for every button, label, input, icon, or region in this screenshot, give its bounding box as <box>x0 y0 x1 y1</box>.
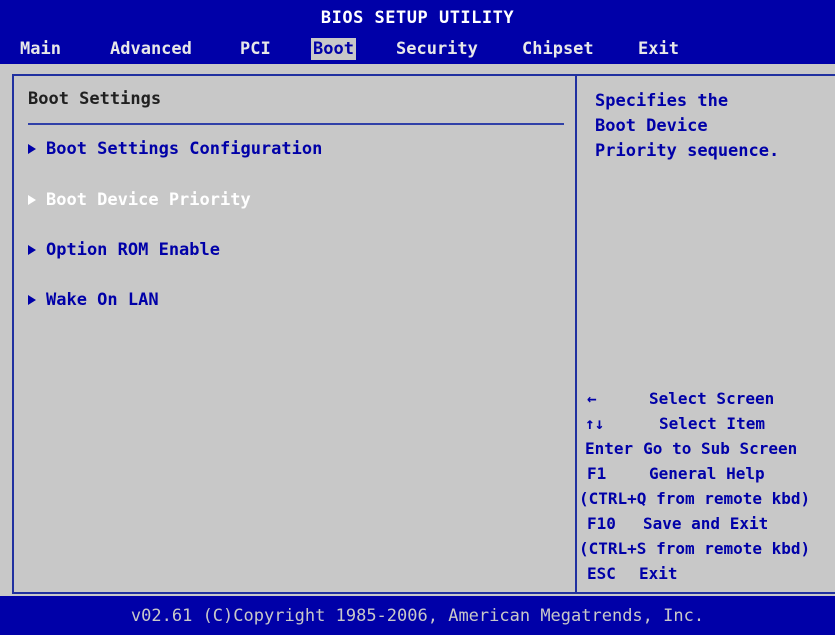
menu-tab-chipset[interactable]: Chipset <box>520 38 596 60</box>
key-legend: ← Select Screen ↑↓ Select Item Enter Go to … <box>579 386 833 586</box>
section-divider <box>28 123 564 125</box>
item-label: Option ROM Enable <box>46 240 220 260</box>
footer-bar: v02.61 (C)Copyright 1985-2006, American … <box>0 596 835 635</box>
left-arrow-icon: ← <box>587 389 597 408</box>
item-label: Boot Settings Configuration <box>46 139 323 159</box>
section-title: Boot Settings <box>28 89 162 109</box>
key-label: Enter <box>585 439 634 458</box>
key-row: Enter Go to Sub Screen <box>585 436 833 461</box>
key-row: ESC Exit <box>585 561 833 586</box>
key-desc: Select Item <box>659 414 765 433</box>
key-row: ← Select Screen <box>585 386 833 411</box>
key-desc: Save and Exit <box>643 514 769 533</box>
item-option-rom-enable[interactable]: Option ROM Enable <box>28 240 220 260</box>
menu-tab-security[interactable]: Security <box>394 38 480 60</box>
menu-tab-boot[interactable]: Boot <box>311 38 356 60</box>
key-desc: General Help <box>649 464 765 483</box>
key-row: F1 General Help <box>585 461 833 486</box>
key-desc: (CTRL+S from remote kbd) <box>579 539 811 558</box>
key-row: (CTRL+Q from remote kbd) <box>579 486 833 511</box>
key-desc: Go to Sub Screen <box>643 439 798 458</box>
window-title: BIOS SETUP UTILITY <box>320 8 515 28</box>
key-row: ↑↓ Select Item <box>585 411 833 436</box>
menu-tab-main[interactable]: Main <box>18 38 63 60</box>
menu-tab-advanced[interactable]: Advanced <box>108 38 194 60</box>
menu-bar: Main Advanced PCI Boot Security Chipset … <box>0 36 835 62</box>
item-label: Wake On LAN <box>46 290 159 310</box>
key-desc: Select Screen <box>649 389 775 408</box>
menu-tab-pci[interactable]: PCI <box>238 38 273 60</box>
submenu-arrow-icon <box>28 195 36 205</box>
item-wake-on-lan[interactable]: Wake On LAN <box>28 290 159 310</box>
submenu-arrow-icon <box>28 245 36 255</box>
copyright-text: v02.61 (C)Copyright 1985-2006, American … <box>130 606 705 626</box>
key-row: (CTRL+S from remote kbd) <box>579 536 833 561</box>
menu-tab-exit[interactable]: Exit <box>636 38 681 60</box>
help-text: Specifies the Boot Device Priority seque… <box>595 91 780 161</box>
key-row: F10 Save and Exit <box>585 511 833 536</box>
item-boot-settings-configuration[interactable]: Boot Settings Configuration <box>28 139 322 159</box>
key-label: F10 <box>587 514 616 533</box>
submenu-arrow-icon <box>28 295 36 305</box>
key-label: ESC <box>587 564 616 583</box>
submenu-arrow-icon <box>28 144 36 154</box>
key-desc: (CTRL+Q from remote kbd) <box>579 489 811 508</box>
key-label: F1 <box>587 464 607 483</box>
up-down-arrow-icon: ↑↓ <box>585 414 605 433</box>
title-bar: BIOS SETUP UTILITY Main Advanced PCI Boo… <box>0 0 835 64</box>
item-boot-device-priority[interactable]: Boot Device Priority <box>28 190 251 210</box>
key-desc: Exit <box>639 564 678 583</box>
item-label: Boot Device Priority <box>46 190 251 210</box>
